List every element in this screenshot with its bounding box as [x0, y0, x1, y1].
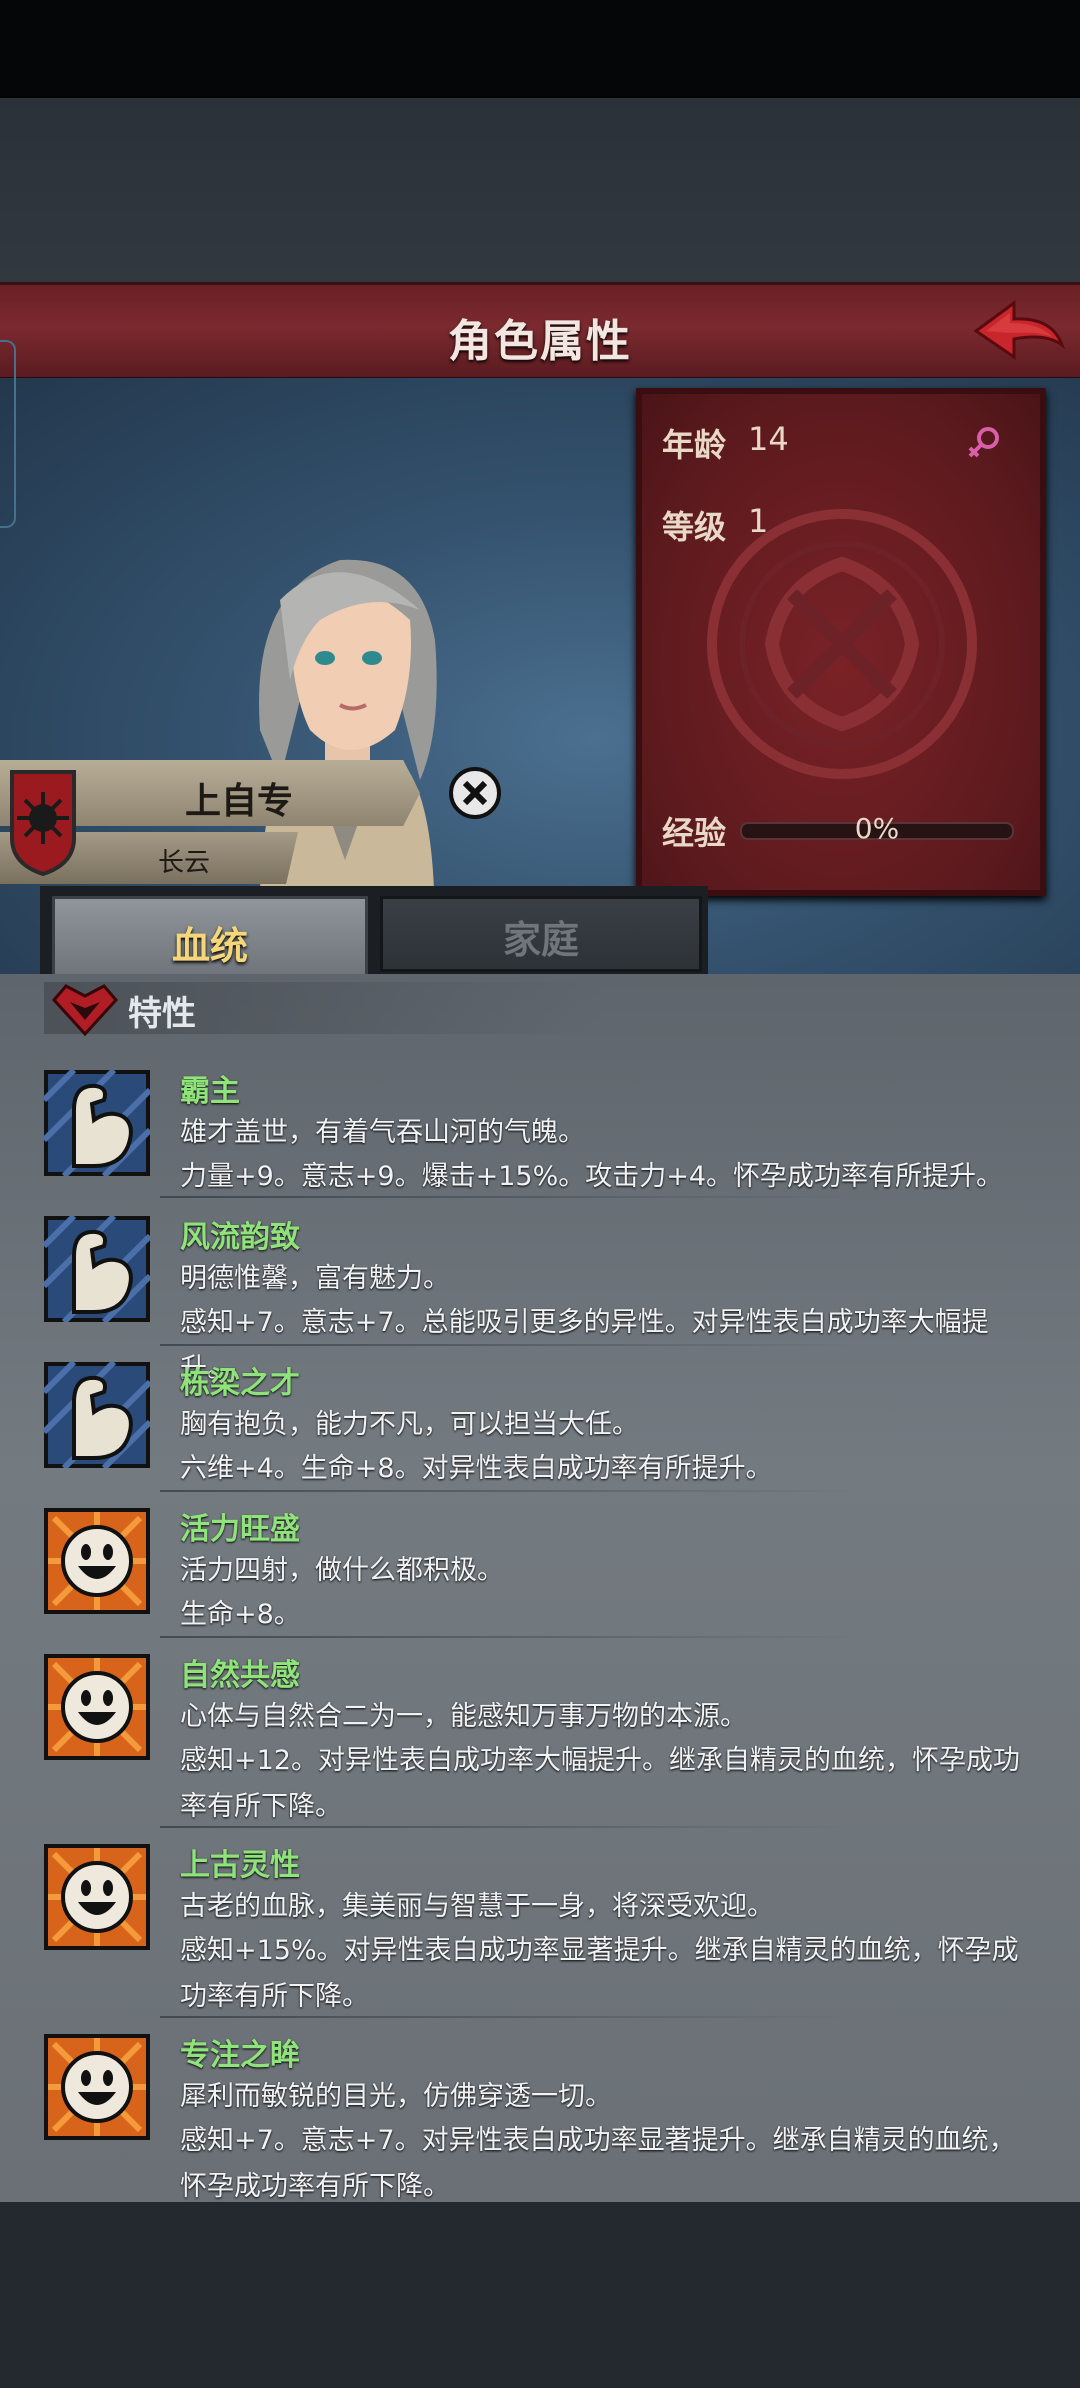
divider — [160, 1636, 860, 1638]
tab-family[interactable]: 家庭 — [380, 896, 702, 972]
exp-label: 经验 — [662, 814, 727, 852]
age-label: 年龄 — [662, 426, 727, 464]
trait-effect: 生命+8。 — [180, 1599, 301, 1630]
trait-effect: 感知+15%。对异性表白成功率显著提升。继承自精灵的血统，怀孕成功率有所下降。 — [180, 1935, 1019, 2012]
tab-bloodline-label: 血统 — [171, 924, 248, 968]
trait-effect: 感知+7。意志+7。总能吸引更多的异性。对异性表白成功率大幅提升。 — [180, 1307, 989, 1384]
page-title: 角色属性 — [448, 316, 632, 367]
trait-effect: 感知+12。对异性表白成功率大幅提升。继承自精灵的血统，怀孕成功率有所下降。 — [180, 1745, 1020, 1822]
section-title: 特性 — [128, 994, 196, 1034]
arm-icon — [44, 1362, 150, 1468]
character-subtitle: 长云 — [158, 848, 211, 878]
trait-effect: 感知+7。意志+7。对异性表白成功率显著提升。继承自精灵的血统，怀孕成功率有所下… — [180, 2125, 1016, 2202]
character-name: 上自专 — [185, 781, 294, 822]
title-banner: 角色属性 — [0, 282, 1080, 381]
trait-effect: 六维+4。生命+8。对异性表白成功率有所提升。 — [180, 1453, 773, 1484]
divider — [160, 1490, 860, 1492]
side-handle[interactable] — [0, 340, 16, 528]
level-label: 等级 — [662, 508, 727, 546]
age-value: 14 — [748, 420, 789, 458]
divider — [160, 1196, 860, 1198]
stats-panel: 年龄 14 等级 1 经验 0% — [636, 388, 1046, 896]
smiley-icon — [44, 2034, 150, 2140]
trait-desc: 雄才盖世，有着气吞山河的气魄。 — [180, 1117, 585, 1148]
arm-icon — [44, 1070, 150, 1176]
exp-progress-bar: 0% — [740, 812, 1014, 845]
tab-bloodline[interactable]: 血统 — [52, 896, 368, 983]
female-icon — [968, 427, 999, 458]
trait-name: 上古灵性 — [180, 1848, 300, 1883]
divider — [160, 1344, 860, 1346]
trait-name: 栋梁之才 — [180, 1366, 300, 1401]
status-bar — [0, 0, 1080, 98]
divider — [160, 2016, 860, 2018]
trait-desc: 胸有抱负，能力不凡，可以担当大任。 — [180, 1409, 639, 1440]
trait-name: 专注之眸 — [180, 2038, 300, 2073]
smiley-icon — [44, 1508, 150, 1614]
trait-desc: 心体与自然合二为一，能感知万事万物的本源。 — [180, 1701, 747, 1732]
arm-icon — [44, 1216, 150, 1322]
trait-desc: 古老的血脉，集美丽与智慧于一身，将深受欢迎。 — [180, 1891, 774, 1922]
trait-name: 风流韵致 — [180, 1220, 300, 1255]
level-value: 1 — [748, 502, 769, 540]
trait-desc: 犀利而敏锐的目光，仿佛穿透一切。 — [180, 2081, 612, 2112]
smiley-icon — [44, 1654, 150, 1760]
exp-value: 0% — [854, 812, 900, 845]
back-arrow-icon[interactable] — [968, 295, 1068, 367]
smiley-icon — [44, 1844, 150, 1950]
trait-desc: 明德惟馨，富有魅力。 — [180, 1263, 450, 1294]
trait-desc: 活力四射，做什么都积极。 — [180, 1555, 504, 1586]
crest-icon — [10, 770, 76, 876]
trait-name: 活力旺盛 — [180, 1512, 300, 1547]
tab-family-label: 家庭 — [502, 918, 579, 962]
bottom-area — [0, 2202, 1080, 2388]
trait-name: 霸主 — [180, 1074, 240, 1109]
close-icon[interactable] — [448, 766, 502, 820]
knot-emblem-icon — [707, 509, 977, 779]
bloodline-icon — [51, 984, 119, 1036]
trait-effect: 力量+9。意志+9。爆击+15%。攻击力+4。怀孕成功率有所提升。 — [180, 1161, 1004, 1192]
divider — [160, 1826, 860, 1828]
trait-name: 自然共感 — [180, 1658, 300, 1693]
